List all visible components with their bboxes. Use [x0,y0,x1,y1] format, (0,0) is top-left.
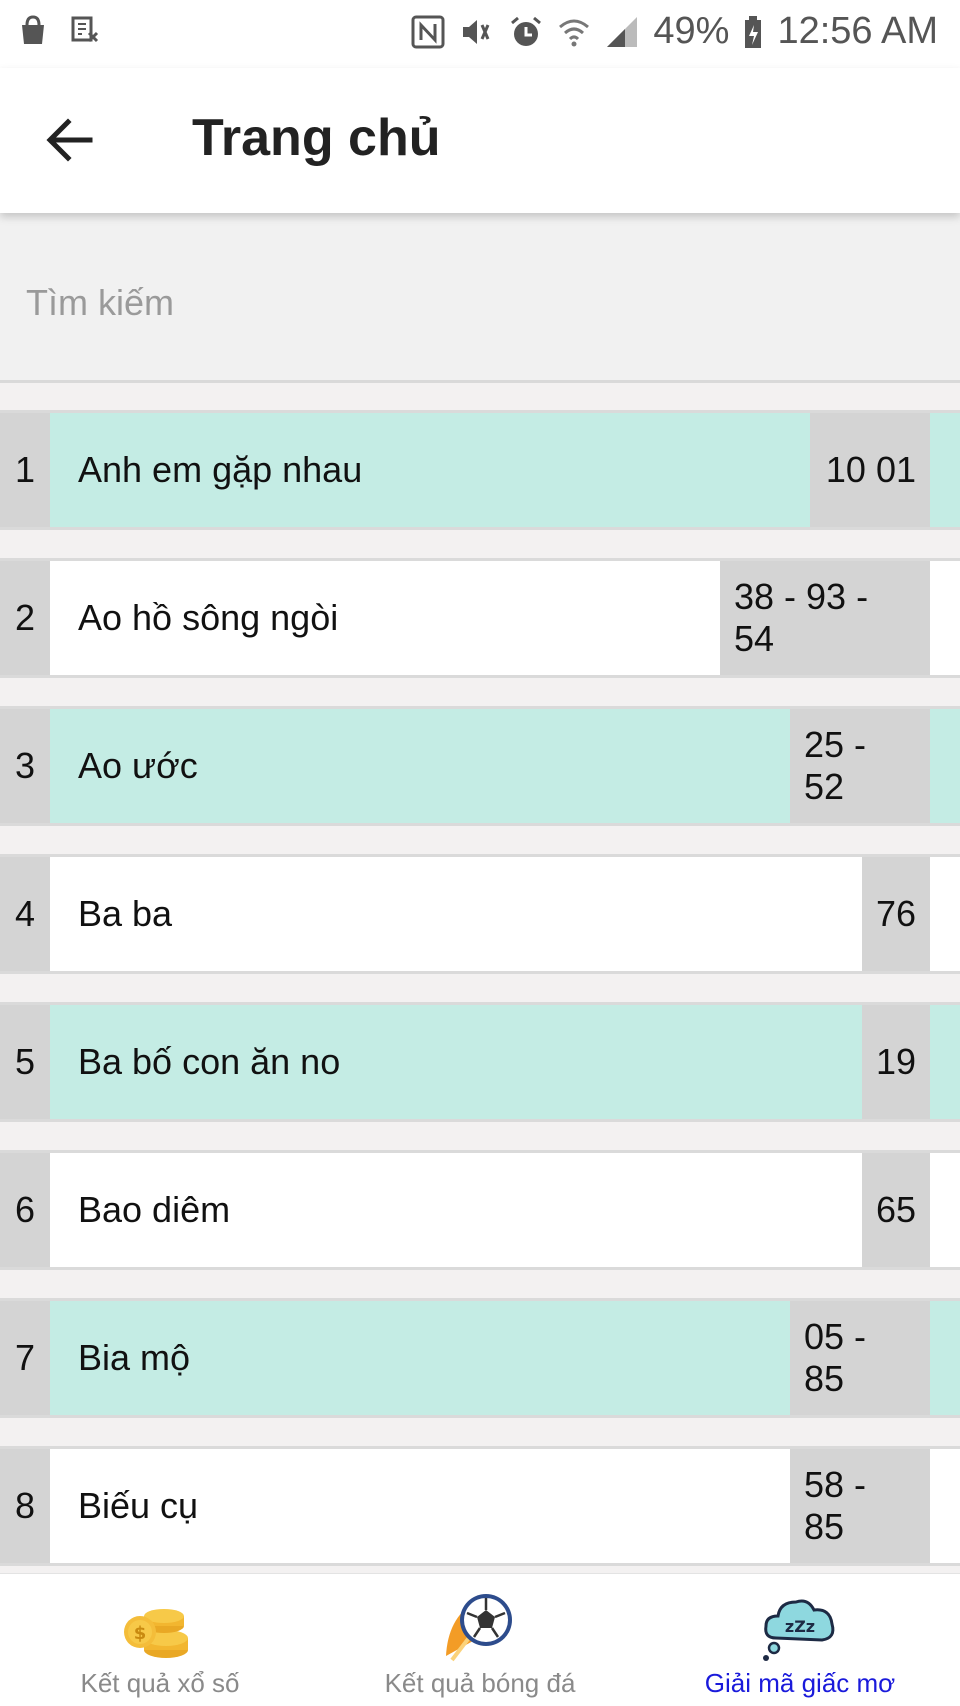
arrow-left-icon [46,118,93,162]
shopping-bag-icon [18,14,48,46]
list-item[interactable]: 1 Anh em gặp nhau 10 01 [0,410,960,530]
item-name: Anh em gặp nhau [50,413,810,527]
list-item[interactable]: 3 Ao ước 25 - 52 [0,706,960,826]
tab-dream-interpretation[interactable]: zZz Giải mã giấc mơ [640,1574,960,1706]
tab-lottery-results[interactable]: $ Kết quả xổ số [0,1574,320,1706]
page-title: Trang chủ [192,109,441,167]
list-item[interactable]: 7 Bia mộ 05 - 85 [0,1298,960,1418]
item-numbers: 25 - 52 [790,709,930,823]
search-bar [0,213,960,383]
item-index: 1 [0,413,50,527]
item-name: Ba bố con ăn no [50,1005,862,1119]
item-numbers: 58 - 85 [790,1449,930,1563]
item-numbers: 05 - 85 [790,1301,930,1415]
list-item[interactable]: 8 Biếu cụ 58 - 85 [0,1446,960,1566]
tab-football-results[interactable]: Kết quả bóng đá [320,1574,640,1706]
signal-icon [605,15,639,49]
item-numbers: 19 [862,1005,930,1119]
item-numbers: 38 - 93 - 54 [720,561,930,675]
row-edge [930,1301,960,1415]
search-input[interactable] [26,273,926,333]
tab-label: Kết quả xổ số [80,1668,240,1698]
item-name: Ba ba [50,857,862,971]
sleep-cloud-icon: zZz [763,1599,835,1661]
clock: 12:56 AM [777,10,938,52]
svg-text:zZz: zZz [785,1617,815,1636]
list-item[interactable]: 6 Bao diêm 65 [0,1150,960,1270]
item-name: Biếu cụ [50,1449,790,1563]
item-numbers: 76 [862,857,930,971]
list-item[interactable]: 2 Ao hồ sông ngòi 38 - 93 - 54 [0,558,960,678]
item-index: 6 [0,1153,50,1267]
item-index: 3 [0,709,50,823]
vibrate-icon [459,15,495,49]
item-name: Ao hồ sông ngòi [50,561,720,675]
alarm-icon [509,15,543,49]
item-index: 8 [0,1449,50,1563]
svg-text:$: $ [134,1623,147,1644]
item-numbers: 10 01 [810,413,930,527]
item-index: 5 [0,1005,50,1119]
coins-icon: $ [124,1609,188,1658]
dream-list: 1 Anh em gặp nhau 10 01 2 Ao hồ sông ngò… [0,383,960,1573]
row-edge [930,1153,960,1267]
item-numbers: 65 [862,1153,930,1267]
screenshot-icon [70,15,100,45]
row-edge [930,857,960,971]
item-name: Ao ước [50,709,790,823]
wifi-icon [557,15,591,49]
row-edge [930,561,960,675]
row-edge [930,1449,960,1563]
status-bar: 49% 12:56 AM [0,0,960,68]
item-index: 7 [0,1301,50,1415]
back-button[interactable] [40,110,100,170]
battery-percent: 49% [653,10,730,52]
tab-label: Giải mã giấc mơ [704,1668,896,1698]
item-name: Bao diêm [50,1153,862,1267]
app-bar: Trang chủ [0,68,960,213]
row-edge [930,709,960,823]
battery-icon [743,15,763,49]
item-index: 4 [0,857,50,971]
list-item[interactable]: 4 Ba ba 76 [0,854,960,974]
list-item[interactable]: 5 Ba bố con ăn no 19 [0,1002,960,1122]
item-index: 2 [0,561,50,675]
bottom-navigation: $ Kết quả xổ số Kết quả bóng đá zZz Giải… [0,1573,960,1706]
row-edge [930,1005,960,1119]
row-edge [930,413,960,527]
item-name: Bia mộ [50,1301,790,1415]
tab-label: Kết quả bóng đá [384,1668,576,1698]
soccer-ball-icon [446,1594,512,1662]
nfc-icon [411,15,445,49]
